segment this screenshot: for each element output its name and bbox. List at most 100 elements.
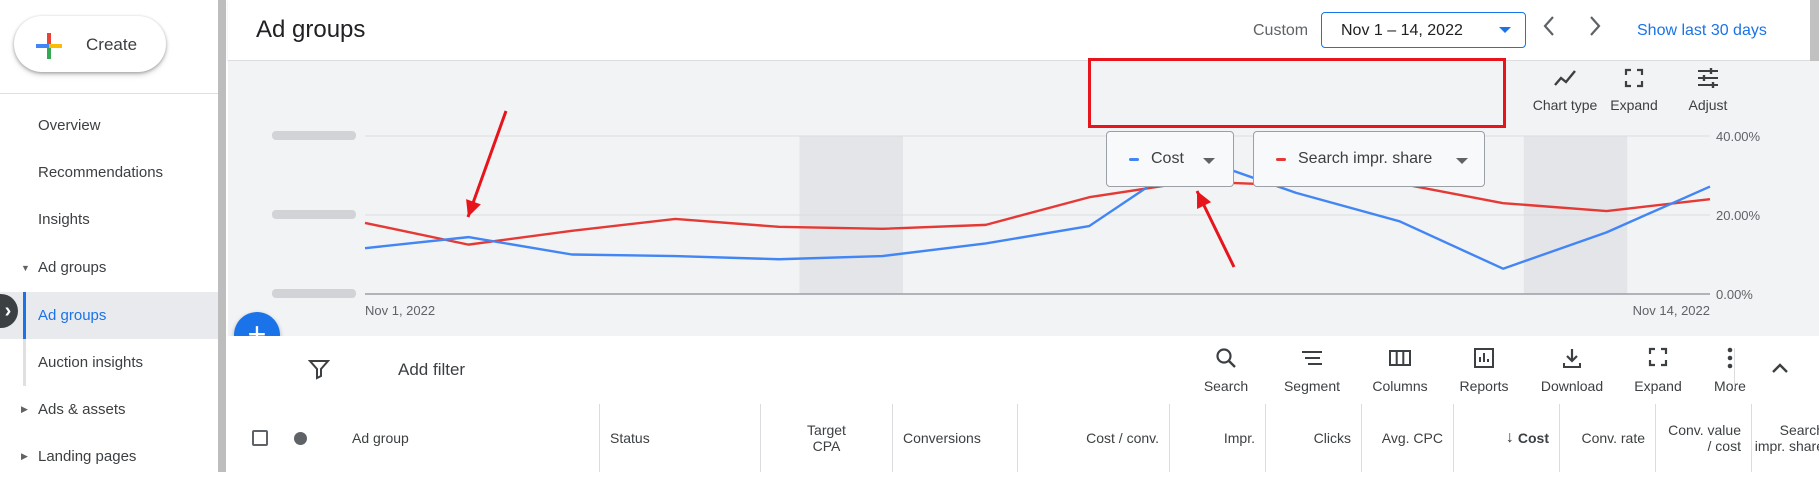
sidebar-item-auction-insights[interactable]: Auction insights [0,339,218,386]
active-indicator [23,292,26,339]
next-period-button[interactable] [1588,14,1602,44]
sidebar-item-overview[interactable]: Overview [0,102,218,149]
column-label: Conv. rate [1581,430,1645,446]
toolbar-label: Download [1540,378,1604,394]
column-conv-value-cost[interactable]: Conv. value / cost [1656,404,1752,472]
caret-right-icon: ▶ [21,451,28,461]
date-range-value: Nov 1 – 14, 2022 [1341,22,1463,39]
date-range-picker[interactable]: Nov 1 – 14, 2022 [1321,12,1526,48]
column-clicks[interactable]: Clicks [1266,404,1362,472]
toolbar-download-button[interactable]: Download [1532,346,1612,394]
line-chart-icon [1554,70,1576,86]
toolbar-more-button[interactable]: More [1690,346,1770,394]
expand-icon [1624,68,1644,88]
sidebar-item-landing-pages[interactable]: ▶ Landing pages [0,433,218,480]
search-icon [1216,348,1236,368]
page-header: Ad groups Custom Nov 1 – 14, 2022 Show l… [228,0,1819,61]
filter-icon [307,360,331,380]
show-last-30-days-link[interactable]: Show last 30 days [1637,22,1767,40]
toolbar-label: Segment [1283,378,1341,394]
sidebar-item-ad-groups-section[interactable]: ▼ Ad groups [0,244,218,291]
table-header-row: Ad group Status Target CPA Conversions C… [228,404,1819,472]
column-conversions[interactable]: Conversions [893,404,1018,472]
annotation-arrow [466,110,508,218]
select-all-checkbox[interactable] [252,430,268,446]
column-label: Avg. CPC [1381,430,1443,446]
sidebar-item-label: Overview [38,117,101,134]
reports-icon [1474,348,1494,368]
page-title: Ad groups [256,16,366,43]
left-axis-tick-blurred [272,210,356,219]
chart-tool-label: Chart type [1532,97,1598,113]
right-axis-tick-label: 40.00% [1716,129,1761,144]
previous-period-button[interactable] [1542,14,1556,44]
sidebar-item-label: Ads & assets [38,401,126,418]
column-target-cpa[interactable]: Target CPA [761,404,893,472]
dropdown-arrow-icon [1203,158,1215,164]
annotation-arrow-head [466,199,481,217]
table-toolbar: Add filter Search Segment Columns Report… [228,336,1819,405]
column-avg-cpc[interactable]: Avg. CPC [1362,404,1454,472]
add-filter-input[interactable]: Add filter [398,360,465,380]
status-dot-icon [294,432,307,445]
column-ad-group[interactable]: Ad group [342,404,600,472]
filter-button[interactable] [307,358,331,385]
download-icon [1563,349,1581,368]
sidebar-divider [0,93,218,94]
left-axis-tick-blurred [272,289,356,298]
column-label: Target CPA [807,422,846,454]
sidebar-scrollbar[interactable] [218,0,226,472]
dropdown-arrow-icon [1456,158,1468,164]
sidebar-item-recommendations[interactable]: Recommendations [0,149,218,196]
sidebar-item-label: Recommendations [38,164,164,181]
select-column [228,404,348,472]
sidebar-item-ad-groups[interactable]: Ad groups [0,292,218,339]
column-label: Cost [1517,430,1549,446]
create-button[interactable]: Create [14,16,166,72]
chart-adjust-button[interactable]: Adjust [1668,67,1748,113]
plus-icon [36,33,62,59]
toolbar-columns-button[interactable]: Columns [1360,346,1440,394]
toolbar-label: Reports [1459,378,1509,394]
sub-nav-rail [23,339,26,386]
metric-selector-cost[interactable]: Cost [1106,131,1234,187]
toolbar-segment-button[interactable]: Segment [1272,346,1352,394]
column-conv-rate[interactable]: Conv. rate [1560,404,1656,472]
chevron-up-icon [1772,363,1788,373]
more-vert-icon [1727,347,1733,369]
column-label: Conversions [903,430,981,446]
chart-tool-label: Expand [1610,97,1658,113]
column-impr[interactable]: Impr. [1170,404,1266,472]
column-cost[interactable]: ↓ Cost [1454,404,1560,472]
sidebar-item-label: Landing pages [38,448,137,465]
caret-right-icon: ▶ [21,404,28,414]
left-axis-tick-blurred [272,131,356,140]
x-axis-tick-label: Nov 1, 2022 [365,303,435,318]
column-label: Impr. [1223,430,1255,446]
sidebar-item-label: Ad groups [38,307,107,324]
cost-legend-swatch [1129,158,1139,161]
metric-label: Search impr. share [1298,150,1433,167]
sidebar-item-ads-assets[interactable]: ▶ Ads & assets [0,386,218,433]
column-search-impr-share[interactable]: Search impr. share [1752,404,1819,472]
metric-selector-search-impr-share[interactable]: Search impr. share [1253,131,1485,187]
toolbar-search-button[interactable]: Search [1186,346,1266,394]
column-status[interactable]: Status [600,404,761,472]
chart-expand-button[interactable]: Expand [1594,67,1674,113]
toolbar-expand-button[interactable]: Expand [1618,346,1698,394]
column-label: Clicks [1313,430,1351,446]
chart-type-button[interactable]: Chart type [1525,67,1605,113]
collapse-chart-button[interactable] [1769,358,1791,385]
sidebar-item-insights[interactable]: Insights [0,196,218,243]
right-axis-tick-label: 0.00% [1716,287,1753,302]
right-axis-tick-label: 20.00% [1716,208,1761,223]
column-cost-per-conv[interactable]: Cost / conv. [1018,404,1170,472]
sidebar-item-label: Auction insights [38,354,144,371]
chart-tool-label: Adjust [1688,97,1728,113]
create-label: Create [86,35,138,54]
toolbar-reports-button[interactable]: Reports [1444,346,1524,394]
column-label: Status [610,430,650,446]
toolbar-label: More [1714,378,1746,394]
sidebar-item-label: Insights [38,211,90,228]
segment-icon [1302,351,1322,365]
